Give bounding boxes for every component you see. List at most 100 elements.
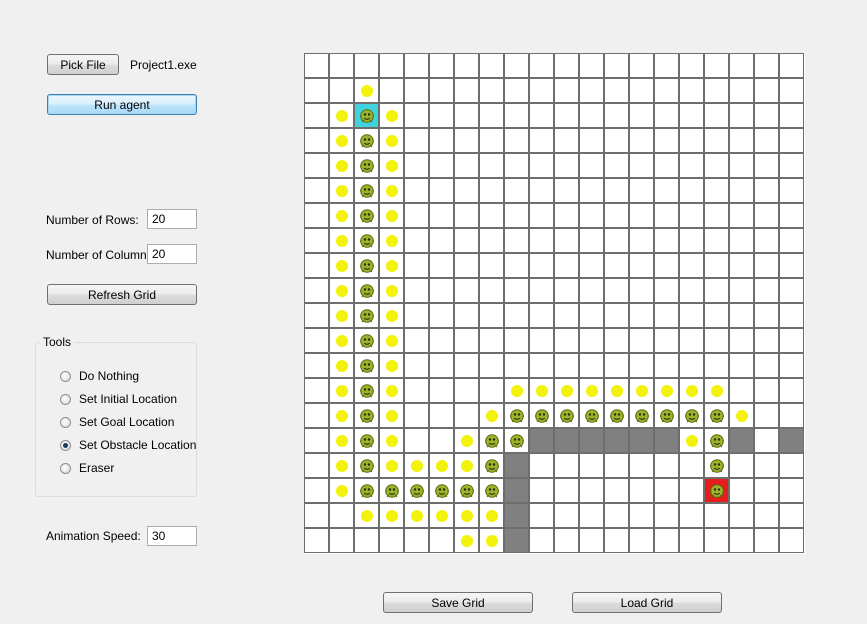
radio-icon[interactable]	[60, 370, 71, 382]
grid-cell[interactable]	[754, 103, 779, 128]
grid-cell[interactable]	[304, 303, 329, 328]
grid-cell[interactable]	[579, 503, 604, 528]
grid-cell[interactable]	[704, 503, 729, 528]
grid-cell[interactable]	[654, 53, 679, 78]
grid-cell[interactable]	[529, 453, 554, 478]
grid-cell[interactable]	[679, 178, 704, 203]
grid-cell[interactable]	[704, 78, 729, 103]
pathfinding-grid[interactable]	[304, 53, 805, 554]
grid-cell[interactable]	[379, 103, 404, 128]
grid-cell[interactable]	[429, 403, 454, 428]
grid-cell[interactable]	[554, 403, 579, 428]
grid-cell[interactable]	[504, 53, 529, 78]
grid-cell[interactable]	[379, 278, 404, 303]
grid-cell[interactable]	[504, 178, 529, 203]
grid-cell[interactable]	[329, 78, 354, 103]
pick-file-button[interactable]: Pick File	[47, 54, 119, 75]
grid-cell[interactable]	[579, 253, 604, 278]
grid-cell[interactable]	[329, 53, 354, 78]
grid-cell[interactable]	[529, 103, 554, 128]
grid-cell[interactable]	[379, 478, 404, 503]
grid-cell[interactable]	[729, 53, 754, 78]
grid-cell[interactable]	[454, 328, 479, 353]
grid-cell[interactable]	[554, 478, 579, 503]
grid-cell[interactable]	[429, 128, 454, 153]
grid-cell[interactable]	[379, 303, 404, 328]
grid-cell[interactable]	[429, 153, 454, 178]
grid-cell[interactable]	[404, 153, 429, 178]
grid-cell[interactable]	[654, 528, 679, 553]
grid-cell[interactable]	[529, 128, 554, 153]
grid-cell[interactable]	[354, 378, 379, 403]
grid-cell[interactable]	[504, 153, 529, 178]
grid-cell[interactable]	[679, 53, 704, 78]
grid-cell[interactable]	[779, 128, 804, 153]
grid-cell[interactable]	[554, 353, 579, 378]
grid-cell[interactable]	[479, 103, 504, 128]
grid-cell[interactable]	[779, 378, 804, 403]
grid-cell[interactable]	[404, 328, 429, 353]
grid-cell[interactable]	[729, 203, 754, 228]
grid-cell[interactable]	[429, 378, 454, 403]
save-grid-button[interactable]: Save Grid	[383, 592, 533, 613]
grid-cell[interactable]	[629, 328, 654, 353]
grid-cell[interactable]	[579, 203, 604, 228]
grid-cell[interactable]	[554, 78, 579, 103]
grid-cell[interactable]	[629, 503, 654, 528]
grid-cell[interactable]	[329, 428, 354, 453]
grid-cell[interactable]	[479, 378, 504, 403]
grid-cell[interactable]	[604, 253, 629, 278]
grid-cell[interactable]	[354, 203, 379, 228]
grid-cell[interactable]	[554, 203, 579, 228]
grid-cell[interactable]	[304, 203, 329, 228]
grid-cell[interactable]	[554, 228, 579, 253]
grid-cell[interactable]	[429, 253, 454, 278]
grid-cell[interactable]	[479, 328, 504, 353]
grid-cell[interactable]	[304, 53, 329, 78]
grid-cell[interactable]	[504, 428, 529, 453]
grid-cell[interactable]	[504, 78, 529, 103]
grid-cell[interactable]	[429, 53, 454, 78]
grid-cell[interactable]	[729, 353, 754, 378]
grid-cell[interactable]	[604, 503, 629, 528]
grid-cell[interactable]	[354, 403, 379, 428]
grid-cell[interactable]	[729, 378, 754, 403]
grid-cell[interactable]	[729, 278, 754, 303]
grid-cell[interactable]	[529, 528, 554, 553]
grid-cell[interactable]	[579, 153, 604, 178]
obstacle-cell[interactable]	[629, 428, 654, 453]
grid-cell[interactable]	[679, 428, 704, 453]
grid-cell[interactable]	[754, 378, 779, 403]
grid-cell[interactable]	[679, 228, 704, 253]
grid-cell[interactable]	[754, 303, 779, 328]
refresh-grid-button[interactable]: Refresh Grid	[47, 284, 197, 305]
grid-cell[interactable]	[779, 228, 804, 253]
grid-cell[interactable]	[754, 203, 779, 228]
grid-cell[interactable]	[304, 378, 329, 403]
grid-cell[interactable]	[479, 53, 504, 78]
grid-cell[interactable]	[754, 478, 779, 503]
radio-icon[interactable]	[60, 462, 71, 474]
grid-cell[interactable]	[304, 353, 329, 378]
grid-cell[interactable]	[554, 278, 579, 303]
grid-cell[interactable]	[304, 403, 329, 428]
grid-cell[interactable]	[479, 253, 504, 278]
grid-cell[interactable]	[729, 453, 754, 478]
grid-cell[interactable]	[779, 353, 804, 378]
grid-cell[interactable]	[604, 128, 629, 153]
grid-cell[interactable]	[429, 428, 454, 453]
grid-cell[interactable]	[529, 378, 554, 403]
grid-cell[interactable]	[754, 428, 779, 453]
grid-cell[interactable]	[779, 203, 804, 228]
grid-cell[interactable]	[704, 178, 729, 203]
grid-cell[interactable]	[604, 303, 629, 328]
grid-cell[interactable]	[504, 103, 529, 128]
grid-cell[interactable]	[329, 203, 354, 228]
grid-cell[interactable]	[554, 503, 579, 528]
grid-cell[interactable]	[629, 353, 654, 378]
radio-checked-icon[interactable]	[60, 439, 71, 451]
grid-cell[interactable]	[579, 78, 604, 103]
grid-cell[interactable]	[654, 378, 679, 403]
grid-cell[interactable]	[379, 453, 404, 478]
grid-cell[interactable]	[329, 378, 354, 403]
